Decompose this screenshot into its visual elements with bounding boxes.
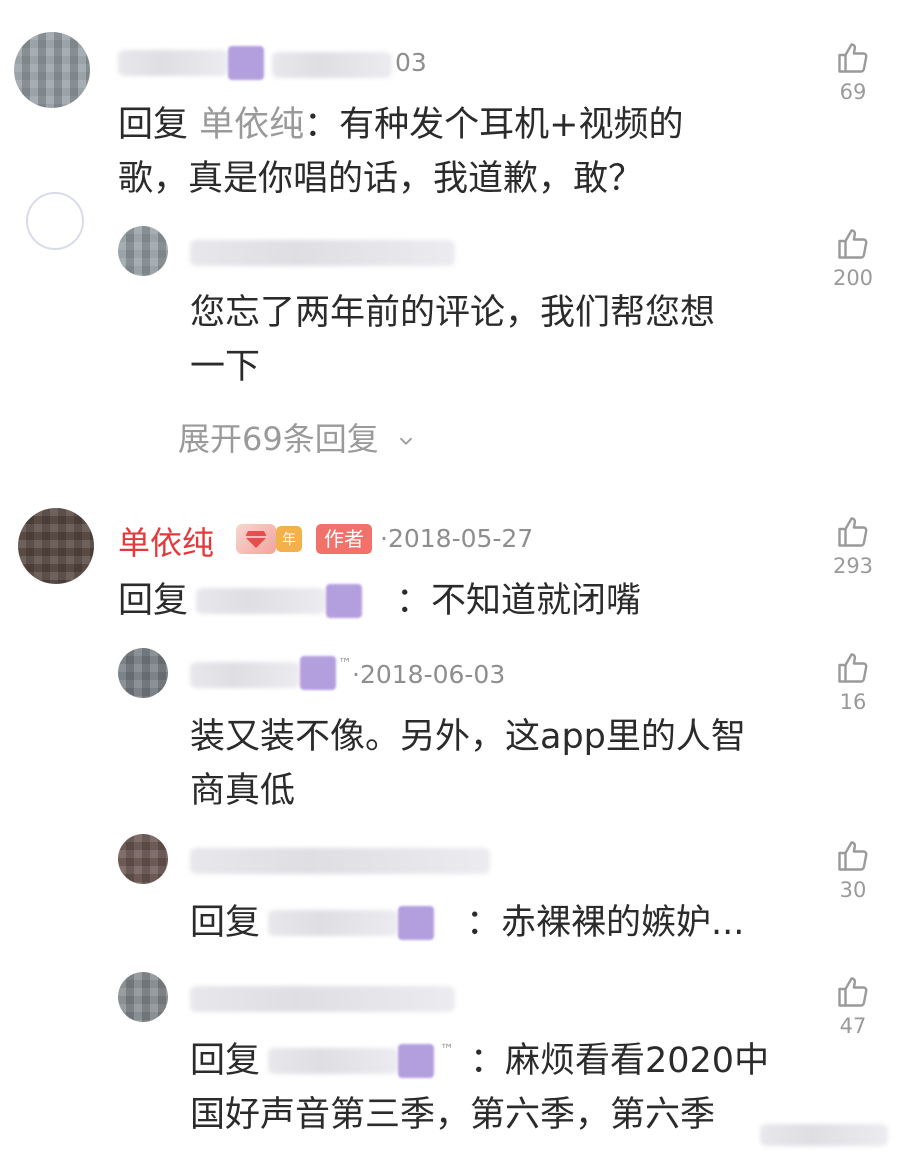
like-count: 16 bbox=[839, 690, 867, 714]
username-date-masked bbox=[190, 986, 455, 1012]
avatar-placeholder bbox=[26, 192, 84, 250]
like-count: 30 bbox=[839, 878, 867, 902]
like-button[interactable]: 30 bbox=[818, 838, 888, 902]
username-date-masked bbox=[190, 848, 490, 874]
thumbs-up-outline-icon bbox=[838, 977, 868, 1007]
like-count: 200 bbox=[832, 266, 874, 290]
reply-prefix: 回复 bbox=[190, 1041, 261, 1081]
like-button[interactable]: 16 bbox=[818, 650, 888, 714]
date-masked bbox=[272, 52, 392, 78]
comment-text: ：有种发个耳机+视频的 bbox=[304, 105, 684, 145]
comment-date: 03 bbox=[395, 48, 427, 77]
comment-body-line2: 商真低 bbox=[190, 771, 296, 811]
avatar[interactable] bbox=[14, 32, 90, 108]
reply-target[interactable]: 单依纯 bbox=[199, 105, 304, 145]
watermark-masked bbox=[760, 1124, 888, 1146]
comment-body-line2: 歌，真是你唱的话，我道歉，敢？ bbox=[118, 159, 644, 199]
thumbs-up-outline-icon bbox=[838, 229, 868, 259]
username-masked[interactable] bbox=[118, 50, 228, 76]
expand-replies-link[interactable]: 展开69条回复 bbox=[178, 414, 417, 460]
avatar[interactable] bbox=[118, 972, 168, 1022]
reply-target-mask-chip bbox=[398, 1044, 434, 1078]
comment-body-line2: 国好声音第三季，第六季，第六季 bbox=[190, 1095, 716, 1135]
tm-mark: ™ bbox=[440, 1042, 454, 1058]
avatar[interactable] bbox=[118, 226, 168, 276]
expand-replies-label: 展开69条回复 bbox=[178, 420, 379, 458]
reply-prefix: 回复 bbox=[118, 581, 189, 621]
chevron-down-icon bbox=[399, 437, 413, 446]
avatar[interactable] bbox=[18, 508, 94, 584]
reply-target-mask-chip bbox=[326, 584, 362, 618]
reply-prefix: 回复 bbox=[118, 105, 189, 145]
reply-target-masked bbox=[268, 1048, 398, 1074]
author-badge: 作者 bbox=[316, 524, 372, 554]
comment-date: ·2018-05-27 bbox=[380, 524, 534, 553]
author-name[interactable]: 单依纯 bbox=[118, 518, 214, 564]
like-button[interactable]: 200 bbox=[818, 226, 888, 290]
reply-target-masked bbox=[196, 588, 326, 614]
comment-body[interactable]: 回复 bbox=[190, 1034, 260, 1088]
thumbs-up-outline-icon bbox=[838, 841, 868, 871]
comment-body[interactable]: 回复 bbox=[118, 574, 188, 628]
comment-text: ：赤裸裸的嫉妒... bbox=[466, 903, 745, 943]
comment-text: ：不知道就闭嘴 bbox=[396, 581, 642, 621]
avatar[interactable] bbox=[118, 648, 168, 698]
comment-text: ：麻烦看看2020中 bbox=[470, 1041, 770, 1081]
username-mask-chip bbox=[228, 46, 264, 80]
like-count: 47 bbox=[839, 1014, 867, 1038]
fan-badge-icon bbox=[236, 524, 276, 554]
comment-body[interactable]: 装又装不像。另外，这app里的人智 bbox=[190, 710, 746, 764]
year-badge: 年 bbox=[276, 526, 302, 552]
thumbs-up-outline-icon bbox=[838, 517, 868, 547]
thumbs-up-outline-icon bbox=[838, 653, 868, 683]
comment-body[interactable]: 您忘了两年前的评论，我们帮您想 bbox=[190, 286, 715, 340]
like-button[interactable]: 293 bbox=[818, 514, 888, 578]
reply-prefix: 回复 bbox=[190, 903, 261, 943]
comment-body-line2: 一下 bbox=[190, 347, 261, 387]
tm-mark: ™ bbox=[338, 656, 352, 672]
username-mask-chip bbox=[300, 656, 336, 690]
like-count: 69 bbox=[839, 80, 867, 104]
comment-body[interactable]: 回复 bbox=[190, 896, 260, 950]
like-button[interactable]: 69 bbox=[818, 40, 888, 104]
reply-target-mask-chip bbox=[398, 906, 434, 940]
comment-date: ·2018-06-03 bbox=[352, 660, 506, 689]
reply-target-masked bbox=[268, 910, 398, 936]
like-count: 293 bbox=[832, 554, 874, 578]
thumbs-up-outline-icon bbox=[838, 43, 868, 73]
username-masked[interactable] bbox=[190, 662, 300, 688]
like-button[interactable]: 47 bbox=[818, 974, 888, 1038]
avatar[interactable] bbox=[118, 834, 168, 884]
username-date-masked bbox=[190, 240, 455, 266]
comment-body[interactable]: 回复 单依纯：有种发个耳机+视频的 bbox=[118, 98, 684, 152]
